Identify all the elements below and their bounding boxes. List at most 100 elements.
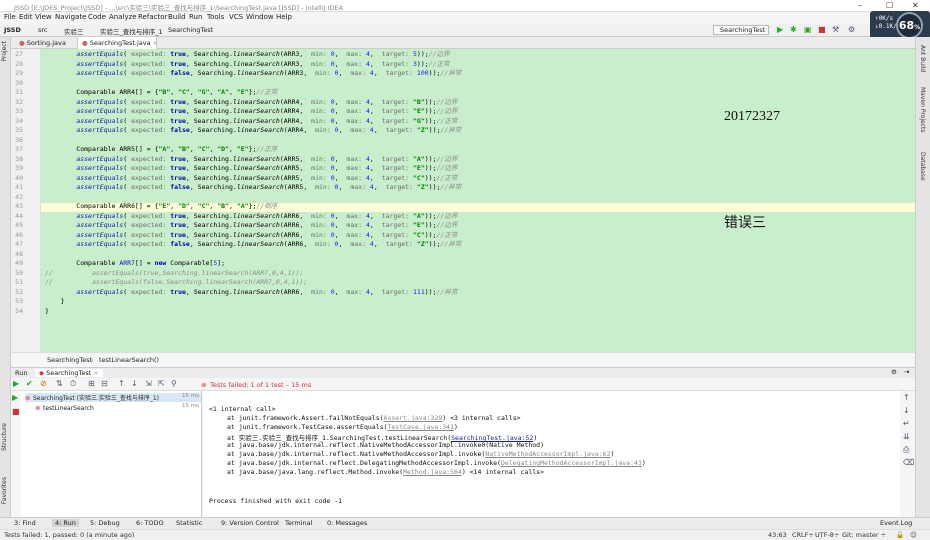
code-line[interactable]: assertEquals( expected: true, Searching.… [45, 288, 457, 297]
code-line[interactable]: assertEquals( expected: true, Searching.… [45, 221, 457, 230]
favorites-tool-tab[interactable]: Favorites [1, 477, 8, 504]
code-line[interactable]: assertEquals( expected: true, Searching.… [45, 164, 457, 173]
code-line[interactable]: assertEquals( expected: false, Searching… [45, 240, 461, 249]
code-line[interactable]: Comparable ARR6[] = {"E", "D", "C", "B",… [45, 202, 277, 211]
run-tool-button[interactable]: 4: Run [52, 519, 79, 527]
code-line[interactable]: assertEquals( expected: true, Searching.… [45, 155, 457, 164]
menu-window[interactable]: Window [246, 13, 274, 21]
arrow-down-icon[interactable]: ↓ [903, 406, 910, 415]
stack-link[interactable]: Method.java:564 [403, 468, 462, 476]
run-config-tab[interactable]: ◆ SearchingTest × [35, 369, 103, 377]
code-line[interactable]: assertEquals( expected: false, Searching… [45, 69, 461, 78]
code-line[interactable]: assertEquals( expected: true, Searching.… [45, 231, 457, 240]
code-line[interactable]: assertEquals( expected: true, Searching.… [45, 117, 457, 126]
collapse-all-icon[interactable]: ⊟ [101, 379, 108, 388]
code-line[interactable]: } [45, 307, 49, 316]
nav-crumb-subpackage[interactable]: 实验三_查找与排序_1 [100, 26, 163, 36]
stop-icon[interactable]: ■ [12, 407, 20, 416]
line-separator[interactable]: CRLF÷ [792, 531, 814, 539]
menu-view[interactable]: View [35, 13, 52, 21]
scroll-to-end-icon[interactable]: ⇊ [903, 432, 910, 441]
code-line[interactable]: // assertEquals(false,Searching.linearSe… [45, 278, 307, 287]
minimize-button[interactable]: – [858, 1, 862, 10]
code-line[interactable]: Comparable ARR4[] = {"B", "C", "G", "A",… [45, 88, 277, 97]
menu-run[interactable]: Run [189, 13, 202, 21]
search-icon[interactable]: ⚲ [171, 379, 177, 388]
tab-searchingtest-java[interactable]: ● SearchingTest.java × [77, 37, 158, 49]
console-output[interactable]: <1 internal call> at junit.framework.Ass… [203, 391, 900, 517]
debug-icon[interactable]: ✱ [790, 25, 797, 34]
run-config-selector[interactable]: SearchingTest [713, 25, 769, 35]
maven-projects-tool-tab[interactable]: Maven Projects [919, 87, 926, 132]
statistic-tool-button[interactable]: Statistic [176, 519, 202, 527]
code-line[interactable]: assertEquals( expected: true, Searching.… [45, 98, 457, 107]
clear-icon[interactable]: ⌫ [903, 458, 914, 467]
stack-link[interactable]: Assert.java:329 [384, 414, 443, 422]
todo-tool-button[interactable]: 6: TODO [136, 519, 164, 527]
git-branch[interactable]: Git: master ÷ [842, 531, 886, 539]
code-editor[interactable]: 27 28 29 30 31 32 33 34 35 36 37 38 39 40 41 42 43 44 45 46… [11, 49, 915, 352]
menu-analyze[interactable]: Analyze [109, 13, 137, 21]
menu-tools[interactable]: Tools [207, 13, 224, 21]
breadcrumb-class[interactable]: SearchingTest [47, 356, 92, 364]
code-line[interactable]: assertEquals( expected: false, Searching… [45, 183, 461, 192]
build-icon[interactable]: ⚒ [832, 25, 839, 34]
close-icon[interactable]: × [153, 39, 158, 47]
tab-sorting-java[interactable]: ● Sorting.java [15, 37, 77, 49]
hide-panel-icon[interactable]: ⇥ [904, 368, 909, 376]
structure-tool-tab[interactable]: Structure [1, 423, 8, 451]
next-failed-icon[interactable]: ↓ [131, 379, 138, 388]
file-encoding[interactable]: UTF-8÷ [815, 531, 839, 539]
tree-root-row[interactable]: ⊗ SearchingTest (实验三.实验三_查找与排序_1) 15 ms [25, 393, 201, 402]
code-line[interactable]: Comparable ARR7[] = new Comparable[5]; [45, 259, 225, 268]
menu-build[interactable]: Build [168, 13, 186, 21]
gear-icon[interactable]: ⚙ [891, 368, 897, 376]
close-button[interactable]: ✕ [912, 1, 919, 10]
event-log-button[interactable]: Event Log [880, 519, 912, 527]
menu-refactor[interactable]: Refactor [138, 13, 167, 21]
nav-crumb-package[interactable]: 实验三 [64, 26, 84, 36]
lock-icon[interactable]: 🔓 [896, 531, 904, 539]
menu-vcs[interactable]: VCS [229, 13, 243, 21]
tree-child-row[interactable]: ⊗ testLinearSearch 15 ms [35, 403, 201, 412]
project-tool-tab[interactable]: Project [1, 41, 8, 62]
run-icon[interactable]: ▶ [12, 393, 18, 402]
expand-all-icon[interactable]: ⊞ [88, 379, 95, 388]
code-line[interactable]: assertEquals( expected: true, Searching.… [45, 107, 457, 116]
nav-crumb-class[interactable]: SearchingTest [168, 26, 213, 34]
menu-file[interactable]: File [4, 13, 16, 21]
ignored-filter-icon[interactable]: ⊘ [40, 379, 47, 388]
code-line[interactable]: Comparable ARR5[] = {"A", "B", "C", "D",… [45, 145, 277, 154]
settings-icon[interactable]: ⚙ [848, 25, 855, 34]
code-line[interactable]: // assertEquals(true,Searching.linearSea… [45, 269, 303, 278]
stack-link[interactable]: TestCase.java:341 [387, 423, 454, 431]
export-icon[interactable]: ⇲ [145, 379, 152, 388]
print-icon[interactable]: ⎙ [903, 445, 909, 455]
find-tool-button[interactable]: 3: Find [14, 519, 36, 527]
stack-link[interactable]: DelegatingMethodAccessorImpl.java:43 [501, 459, 642, 467]
breadcrumb-method[interactable]: testLinearSearch() [99, 356, 159, 364]
code-line[interactable]: assertEquals( expected: false, Searching… [45, 126, 461, 135]
stop-icon[interactable]: ■ [818, 25, 826, 34]
close-icon[interactable]: × [93, 369, 98, 377]
sort-alpha-icon[interactable]: ⇅ [56, 379, 63, 388]
messages-tool-button[interactable]: 0: Messages [327, 519, 367, 527]
soft-wrap-icon[interactable]: ↵ [903, 419, 910, 428]
passed-filter-icon[interactable]: ✔ [26, 379, 33, 388]
menu-code[interactable]: Code [88, 13, 106, 21]
code-line[interactable]: assertEquals( expected: true, Searching.… [45, 212, 457, 221]
maximize-button[interactable]: ☐ [886, 1, 893, 10]
import-icon[interactable]: ⇱ [158, 379, 165, 388]
menu-navigate[interactable]: Navigate [55, 13, 86, 21]
debug-tool-button[interactable]: 5: Debug [90, 519, 120, 527]
terminal-tool-button[interactable]: Terminal [285, 519, 312, 527]
code-line[interactable]: assertEquals( expected: true, Searching.… [45, 60, 449, 69]
version-control-tool-button[interactable]: 9: Version Control [221, 519, 279, 527]
rerun-icon[interactable]: ▶ [13, 379, 19, 388]
nav-crumb-project[interactable]: JSSD [4, 26, 21, 34]
menu-help[interactable]: Help [276, 13, 292, 21]
previous-failed-icon[interactable]: ↑ [118, 379, 125, 388]
arrow-up-icon[interactable]: ↑ [903, 393, 910, 402]
sort-duration-icon[interactable]: ⏱ [70, 379, 76, 389]
coverage-icon[interactable]: ▣ [804, 25, 812, 34]
